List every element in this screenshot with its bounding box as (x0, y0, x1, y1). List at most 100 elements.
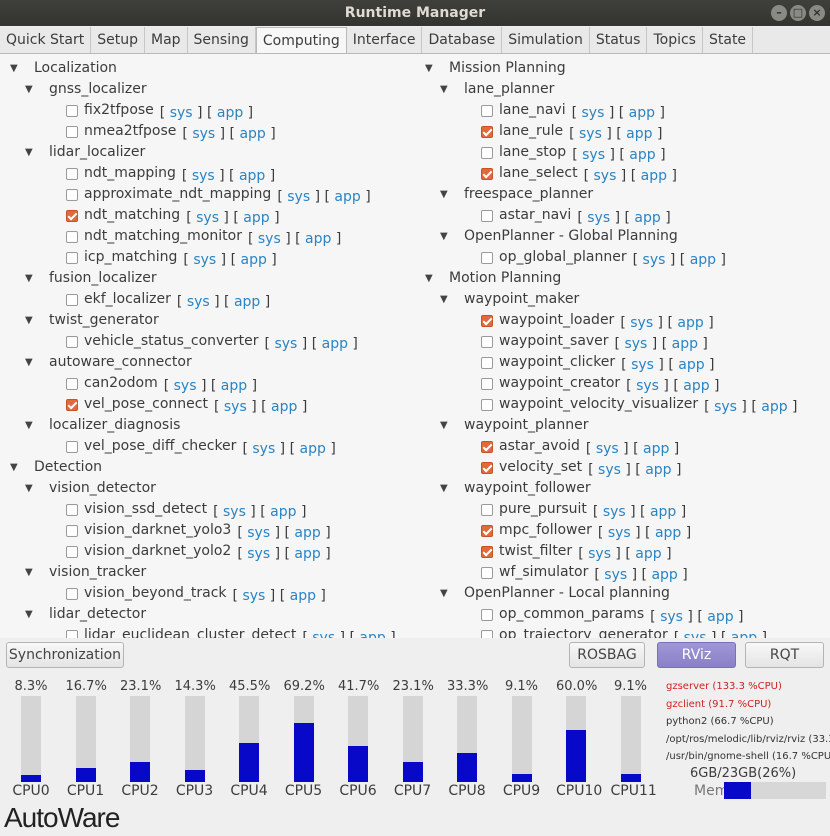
expand-arrow-icon[interactable]: ▼ (440, 79, 448, 100)
node-checkbox[interactable] (481, 609, 493, 621)
node-label[interactable]: vision_ssd_detect (84, 501, 207, 517)
expand-arrow-icon[interactable]: ▼ (10, 58, 18, 79)
node-label[interactable]: lane_stop (499, 144, 566, 160)
app-link[interactable]: app (690, 252, 716, 268)
sys-link[interactable]: sys (247, 525, 270, 541)
node-label[interactable]: pure_pursuit (499, 501, 587, 517)
app-link[interactable]: app (651, 567, 677, 583)
expand-arrow-icon[interactable]: ▼ (440, 583, 448, 604)
node-checkbox[interactable] (481, 567, 493, 579)
node-checkbox[interactable] (66, 294, 78, 306)
sys-link[interactable]: sys (193, 252, 216, 268)
app-link[interactable]: app (655, 525, 681, 541)
expand-arrow-icon[interactable]: ▼ (440, 478, 448, 499)
node-checkbox[interactable] (481, 105, 493, 117)
node-label[interactable]: wf_simulator (499, 564, 588, 580)
node-checkbox[interactable] (481, 315, 493, 327)
tree-group-label[interactable]: waypoint_planner (464, 415, 589, 436)
maximize-icon[interactable]: □ (790, 5, 806, 21)
expand-arrow-icon[interactable]: ▼ (440, 226, 448, 247)
tree-group-label[interactable]: Mission Planning (449, 58, 566, 79)
tab-database[interactable]: Database (422, 27, 503, 53)
expand-arrow-icon[interactable]: ▼ (25, 604, 33, 625)
node-checkbox[interactable] (481, 378, 493, 390)
node-checkbox[interactable] (66, 588, 78, 600)
node-label[interactable]: vel_pose_connect (84, 396, 208, 412)
node-label[interactable]: nmea2tfpose (84, 123, 176, 139)
expand-arrow-icon[interactable]: ▼ (25, 310, 33, 331)
tree-group-label[interactable]: gnss_localizer (49, 79, 147, 100)
node-label[interactable]: lane_select (499, 165, 578, 181)
tree-group-label[interactable]: localizer_diagnosis (49, 415, 180, 436)
tab-quick-start[interactable]: Quick Start (0, 27, 92, 53)
rqt-button[interactable]: RQT (745, 642, 824, 668)
sys-link[interactable]: sys (579, 126, 602, 142)
app-link[interactable]: app (294, 546, 320, 562)
node-checkbox[interactable] (481, 462, 493, 474)
sys-link[interactable]: sys (223, 504, 246, 520)
sys-link[interactable]: sys (643, 252, 666, 268)
app-link[interactable]: app (359, 630, 385, 638)
rviz-button[interactable]: RViz (657, 642, 736, 668)
sys-link[interactable]: sys (258, 231, 281, 247)
node-checkbox[interactable] (66, 210, 78, 222)
app-link[interactable]: app (629, 105, 655, 121)
node-checkbox[interactable] (481, 630, 493, 638)
tree-group-label[interactable]: OpenPlanner - Global Planning (464, 226, 678, 247)
node-label[interactable]: astar_navi (499, 207, 571, 223)
node-label[interactable]: velocity_set (499, 459, 582, 475)
sys-link[interactable]: sys (312, 630, 335, 638)
app-link[interactable]: app (629, 147, 655, 163)
sys-link[interactable]: sys (242, 588, 265, 604)
app-link[interactable]: app (641, 168, 667, 184)
node-label[interactable]: vel_pose_diff_checker (84, 438, 236, 454)
node-checkbox[interactable] (481, 126, 493, 138)
node-checkbox[interactable] (481, 252, 493, 264)
app-link[interactable]: app (290, 588, 316, 604)
tree-group-label[interactable]: vision_tracker (49, 562, 146, 583)
node-label[interactable]: op_trajectory_generator (499, 627, 668, 638)
tab-interface[interactable]: Interface (347, 27, 423, 53)
sys-link[interactable]: sys (660, 609, 683, 625)
node-checkbox[interactable] (481, 168, 493, 180)
app-link[interactable]: app (294, 525, 320, 541)
node-label[interactable]: lane_navi (499, 102, 566, 118)
app-link[interactable]: app (271, 399, 297, 415)
app-link[interactable]: app (243, 210, 269, 226)
minimize-icon[interactable]: – (771, 5, 787, 21)
sys-link[interactable]: sys (714, 399, 737, 415)
sys-link[interactable]: sys (582, 147, 605, 163)
sys-link[interactable]: sys (192, 126, 215, 142)
node-checkbox[interactable] (66, 231, 78, 243)
app-link[interactable]: app (677, 315, 703, 331)
node-label[interactable]: vehicle_status_converter (84, 333, 259, 349)
node-label[interactable]: can2odom (84, 375, 158, 391)
expand-arrow-icon[interactable]: ▼ (440, 415, 448, 436)
app-link[interactable]: app (322, 336, 348, 352)
node-checkbox[interactable] (66, 441, 78, 453)
node-checkbox[interactable] (66, 336, 78, 348)
app-link[interactable]: app (234, 294, 260, 310)
sys-link[interactable]: sys (170, 105, 193, 121)
node-label[interactable]: waypoint_saver (499, 333, 609, 349)
sys-link[interactable]: sys (274, 336, 297, 352)
sys-link[interactable]: sys (187, 294, 210, 310)
node-label[interactable]: op_global_planner (499, 249, 627, 265)
app-link[interactable]: app (221, 378, 247, 394)
expand-arrow-icon[interactable]: ▼ (25, 478, 33, 499)
node-label[interactable]: ekf_localizer (84, 291, 171, 307)
sys-link[interactable]: sys (587, 210, 610, 226)
node-label[interactable]: waypoint_loader (499, 312, 614, 328)
node-label[interactable]: approximate_ndt_mapping (84, 186, 271, 202)
sys-link[interactable]: sys (608, 525, 631, 541)
app-link[interactable]: app (707, 609, 733, 625)
app-link[interactable]: app (635, 546, 661, 562)
node-label[interactable]: ndt_matching (84, 207, 180, 223)
expand-arrow-icon[interactable]: ▼ (25, 79, 33, 100)
close-icon[interactable]: × (809, 5, 825, 21)
app-link[interactable]: app (334, 189, 360, 205)
sys-link[interactable]: sys (631, 357, 654, 373)
expand-arrow-icon[interactable]: ▼ (10, 457, 18, 478)
tree-group-label[interactable]: lidar_detector (49, 604, 146, 625)
sys-link[interactable]: sys (588, 546, 611, 562)
